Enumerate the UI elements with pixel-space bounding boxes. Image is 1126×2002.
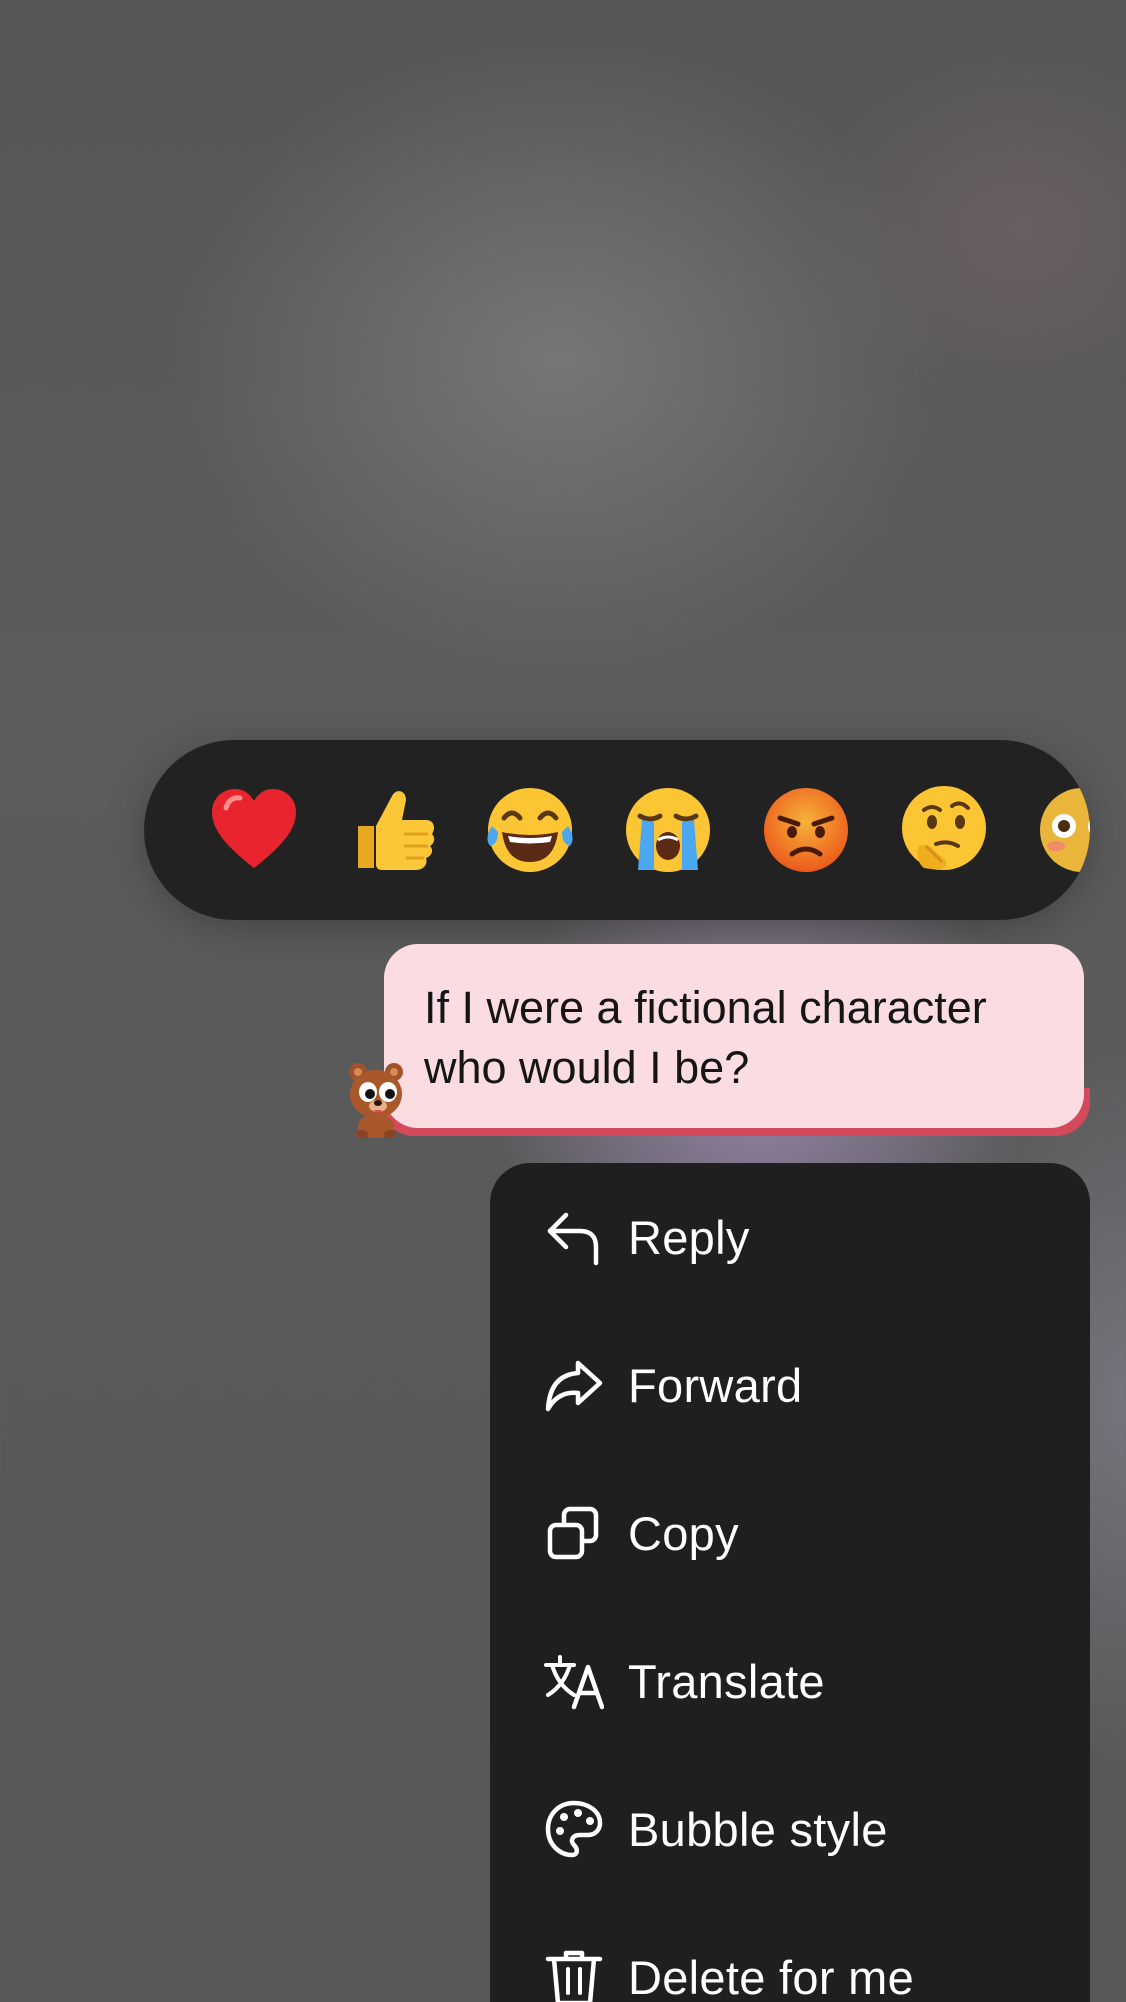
angry-reaction-button[interactable] [758,782,854,878]
flushed-face-icon [1040,788,1090,872]
crying-reaction-button[interactable] [620,782,716,878]
translate-icon [544,1651,604,1711]
menu-item-label: Bubble style [628,1802,888,1856]
palette-icon [544,1799,604,1859]
heart-icon [212,789,296,868]
heart-reaction-button[interactable] [206,782,302,878]
reaction-bar [144,740,1090,920]
forward-icon [544,1355,604,1415]
menu-item-forward[interactable]: Forward [490,1311,1090,1459]
menu-item-label: Translate [628,1654,825,1708]
thumbs-up-reaction-button[interactable] [344,782,440,878]
bear-sticker-icon [344,1060,408,1138]
menu-item-label: Copy [628,1506,739,1560]
angry-face-icon [764,788,848,872]
thumbs-up-icon [358,791,435,870]
trash-icon [544,1947,604,2002]
menu-item-label: Forward [628,1358,803,1412]
flushed-reaction-button[interactable] [1034,782,1090,878]
menu-item-label: Delete for me [628,1950,915,2002]
message-text: If I were a fictional character who would… [424,978,1046,1098]
thinking-face-icon [902,786,986,870]
menu-item-label: Reply [628,1210,750,1264]
thinking-reaction-button[interactable] [896,782,992,878]
message-line-2: who would I be? [424,1042,750,1093]
menu-item-copy[interactable]: Copy [490,1459,1090,1607]
reply-icon [544,1207,604,1267]
context-menu: Reply Forward Copy Translate Bubble styl… [490,1163,1090,2002]
crying-icon [626,788,710,872]
menu-item-delete-for-me[interactable]: Delete for me [490,1903,1090,2002]
menu-item-translate[interactable]: Translate [490,1607,1090,1755]
laughing-reaction-button[interactable] [482,782,578,878]
message-bubble[interactable]: If I were a fictional character who would… [384,944,1084,1128]
tears-of-joy-icon [487,788,573,872]
menu-item-bubble-style[interactable]: Bubble style [490,1755,1090,1903]
message-line-1: If I were a fictional character [424,982,987,1033]
copy-icon [544,1503,604,1563]
menu-item-reply[interactable]: Reply [490,1163,1090,1311]
